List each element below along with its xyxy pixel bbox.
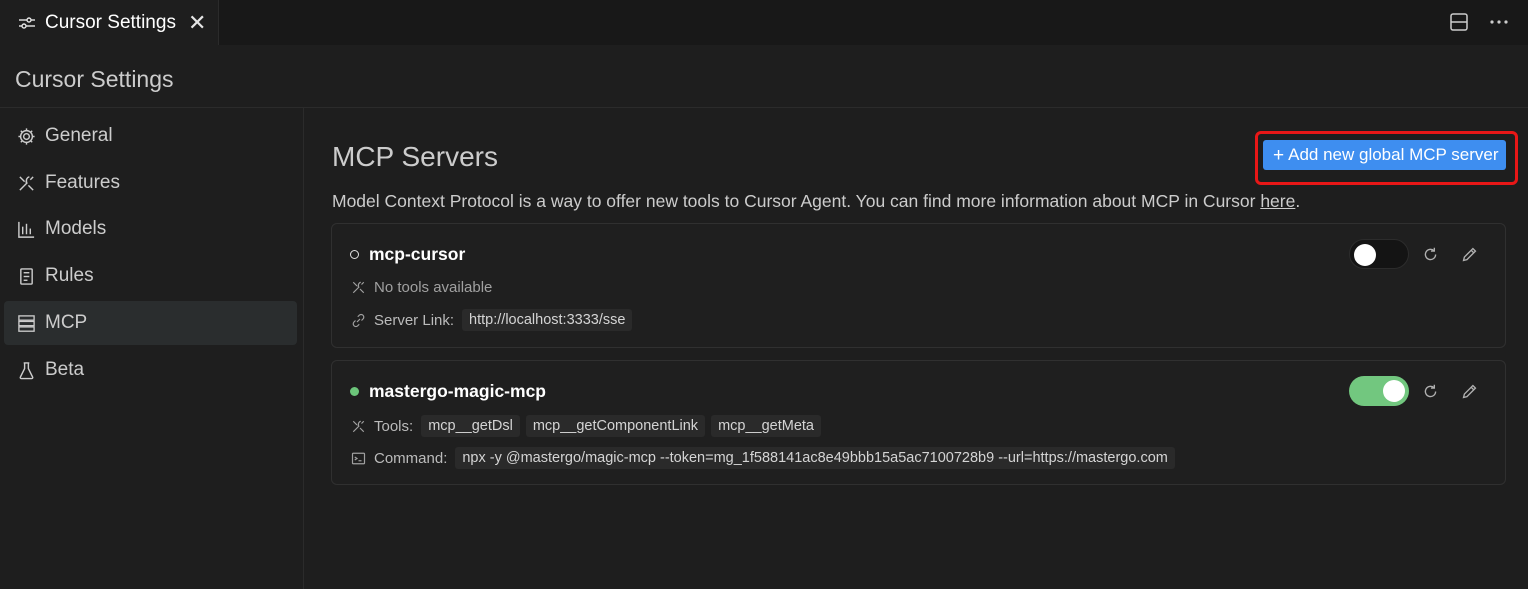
toggle-knob [1383, 380, 1405, 402]
flask-icon [16, 360, 36, 380]
server-card-mcp-cursor: mcp-cursor No tools available Server Lin… [331, 223, 1506, 348]
server-icon [16, 313, 36, 333]
server-enable-toggle[interactable] [1349, 376, 1409, 406]
server-enable-toggle[interactable] [1349, 239, 1409, 269]
sidebar-item-models[interactable]: Models [4, 207, 297, 251]
sidebar-item-label: Features [45, 172, 120, 193]
status-dot [350, 387, 359, 396]
edit-icon[interactable] [1459, 244, 1479, 264]
command-label: Command: [374, 449, 448, 467]
tool-chip: mcp__getMeta [711, 415, 821, 437]
sidebar-item-label: General [45, 125, 113, 146]
toggle-knob [1354, 244, 1376, 266]
link-icon [350, 312, 366, 328]
split-layout-icon[interactable] [1448, 10, 1470, 34]
sidebar-item-rules[interactable]: Rules [4, 254, 297, 298]
tool-chip: mcp__getComponentLink [525, 415, 706, 437]
command-value: npx -y @mastergo/magic-mcp --token=mg_1f… [455, 447, 1175, 469]
server-link-row: Server Link: http://localhost:3333/sse [350, 309, 638, 331]
sidebar: General Features Models Rules MCP Beta [0, 108, 304, 589]
tools-label: Tools: [374, 417, 414, 435]
sidebar-item-label: Models [45, 218, 107, 239]
tab-title: Cursor Settings [45, 11, 176, 33]
more-icon[interactable] [1488, 10, 1510, 34]
sidebar-item-label: MCP [45, 312, 88, 333]
help-link[interactable]: here [1260, 191, 1295, 211]
sidebar-item-beta[interactable]: Beta [4, 348, 297, 392]
server-name: mcp-cursor [369, 244, 466, 264]
section-title: MCP Servers [332, 141, 498, 172]
page-title: Cursor Settings [15, 66, 174, 92]
sidebar-item-general[interactable]: General [4, 114, 297, 158]
server-card-mastergo-magic-mcp: mastergo-magic-mcp Tools: mcp__getDsl mc… [331, 360, 1506, 485]
section-description: Model Context Protocol is a way to offer… [332, 191, 1301, 211]
edit-icon[interactable] [1459, 381, 1479, 401]
highlight-box [1255, 131, 1518, 185]
server-name: mastergo-magic-mcp [369, 381, 546, 401]
tools-row: Tools: mcp__getDsl mcp__getComponentLink… [350, 415, 827, 437]
document-icon [16, 266, 36, 286]
gear-icon [16, 126, 36, 146]
tab-cursor-settings[interactable]: Cursor Settings ✕ [0, 0, 219, 45]
tool-chip: mcp__getDsl [421, 415, 520, 437]
tools-icon [16, 173, 36, 193]
refresh-icon[interactable] [1420, 244, 1440, 264]
sidebar-item-label: Beta [45, 359, 85, 380]
page-header: Cursor Settings [0, 45, 1528, 108]
terminal-icon [350, 450, 366, 466]
no-tools-text: No tools available [374, 279, 493, 296]
sidebar-item-features[interactable]: Features [4, 161, 297, 205]
tools-row: No tools available [350, 279, 492, 296]
settings-sliders-icon [18, 15, 36, 31]
tools-icon [350, 418, 366, 434]
tab-bar: Cursor Settings ✕ [0, 0, 1528, 45]
sidebar-item-mcp[interactable]: MCP [4, 301, 297, 345]
main-content: MCP Servers + Add new global MCP server … [305, 108, 1528, 589]
status-dot [350, 250, 359, 259]
server-link-label: Server Link: [374, 311, 455, 329]
command-row: Command: npx -y @mastergo/magic-mcp --to… [350, 447, 1181, 469]
bar-chart-icon [16, 219, 36, 239]
server-link-value: http://localhost:3333/sse [462, 309, 633, 331]
sidebar-item-label: Rules [45, 265, 94, 286]
refresh-icon[interactable] [1420, 381, 1440, 401]
tools-icon [350, 280, 366, 296]
close-icon[interactable]: ✕ [188, 11, 206, 34]
